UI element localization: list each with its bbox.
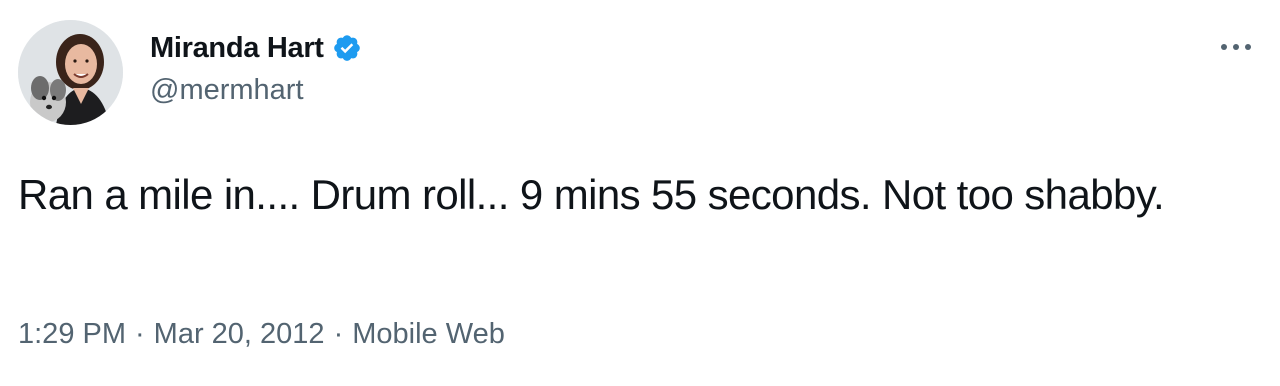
avatar[interactable] [18, 20, 123, 125]
meta-separator: · [333, 318, 344, 350]
tweet-card: Miranda Hart @mermhart Ran a mile in....… [0, 0, 1280, 386]
tweet-text: Ran a mile in.... Drum roll... 9 mins 55… [18, 171, 1165, 218]
tweet-metadata: 1:29 PM · Mar 20, 2012 · Mobile Web [18, 318, 505, 351]
profile-photo [18, 20, 123, 125]
verified-badge-icon [332, 33, 362, 63]
tweet-time-link[interactable]: 1:29 PM [18, 318, 126, 351]
more-options-button[interactable] [1214, 32, 1258, 62]
display-name[interactable]: Miranda Hart [150, 32, 324, 65]
author-handle[interactable]: @mermhart [150, 74, 304, 107]
more-horizontal-icon [1221, 44, 1251, 50]
tweet-date-link[interactable]: Mar 20, 2012 [154, 318, 325, 351]
author-name-row: Miranda Hart [150, 28, 362, 68]
tweet-source-link[interactable]: Mobile Web [352, 318, 505, 351]
meta-separator: · [135, 318, 145, 350]
